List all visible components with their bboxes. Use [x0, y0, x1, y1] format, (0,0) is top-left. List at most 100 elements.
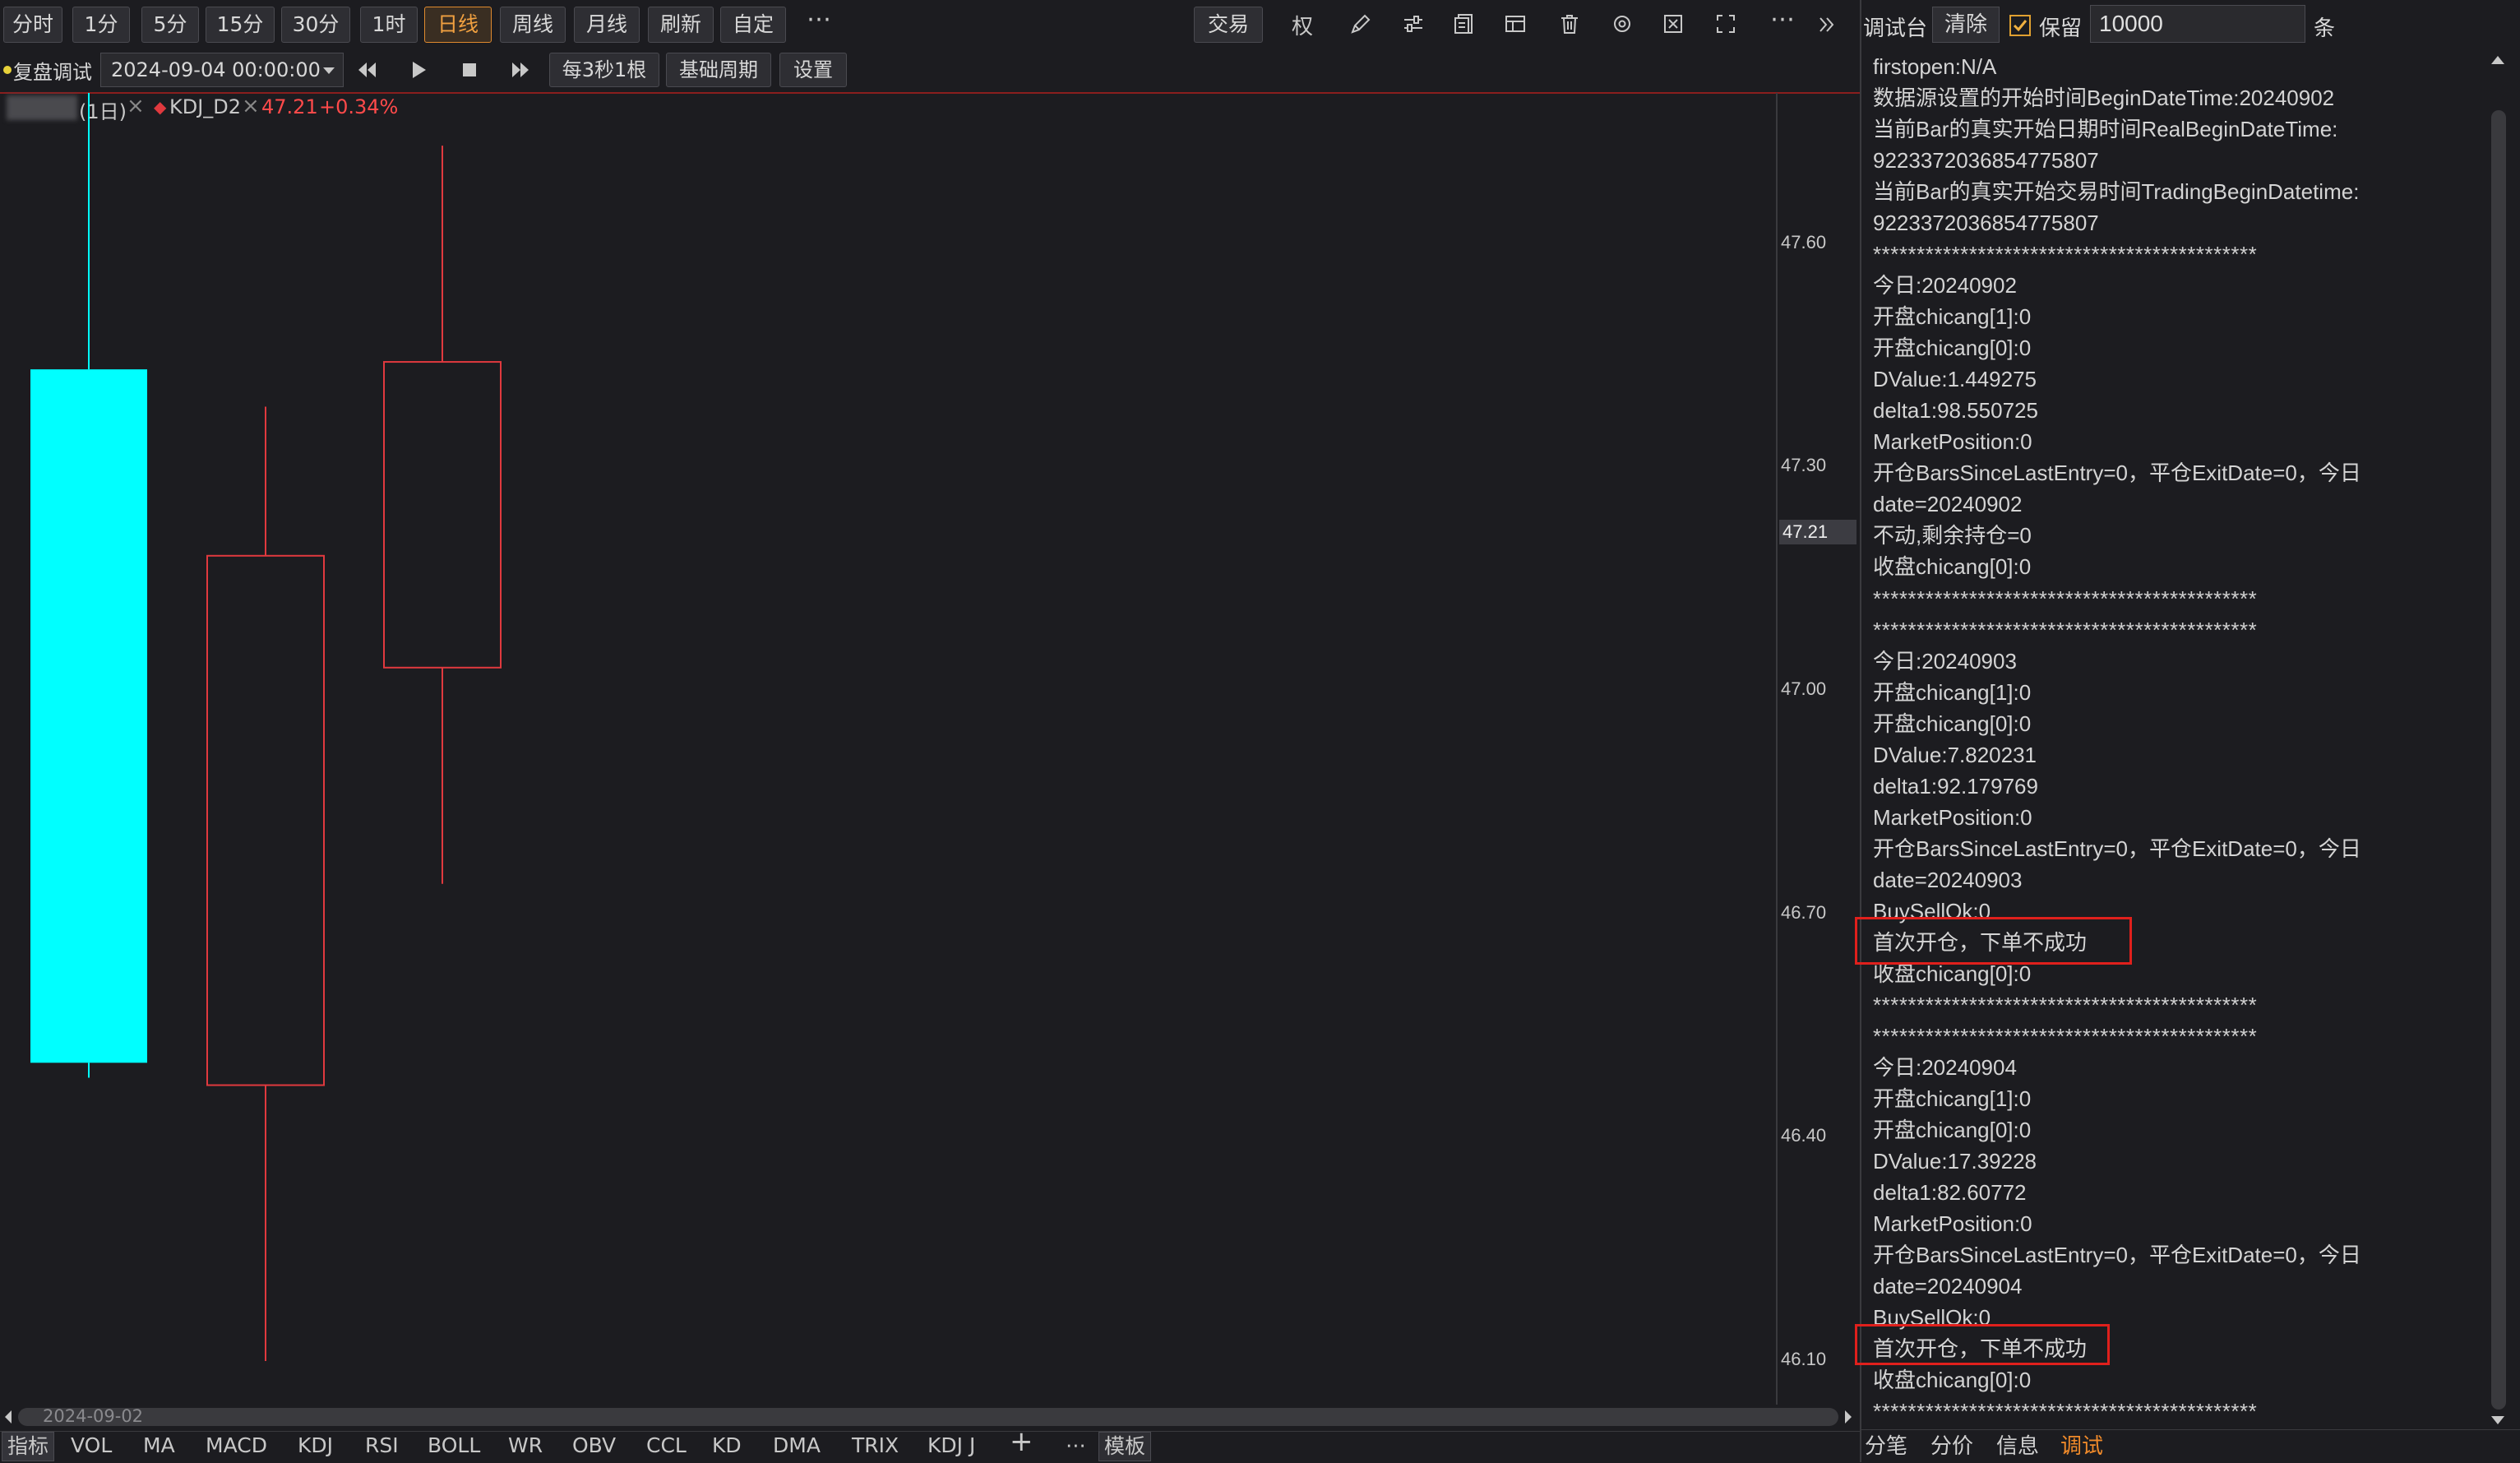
keep-label: 保留 — [2039, 16, 2083, 41]
log-line: date=20240904 — [1873, 1274, 2023, 1299]
keep-count-input[interactable] — [2090, 5, 2305, 43]
candle-body[interactable] — [30, 369, 147, 1063]
log-line: ****************************************… — [1873, 992, 2258, 1017]
log-line: 当前Bar的真实开始日期时间RealBeginDateTime: — [1873, 117, 2338, 142]
indicator-tab-kdj[interactable]: KDJ — [298, 1432, 333, 1460]
trade-button[interactable]: 交易 — [1194, 7, 1263, 43]
refresh-button[interactable]: 刷新 — [648, 7, 714, 43]
time-axis-start-label: 2024-09-02 — [43, 1406, 144, 1426]
close-window-icon[interactable] — [1661, 12, 1685, 36]
log-line: 开盘chicang[0]:0 — [1873, 1118, 2032, 1143]
indicator-tab-main[interactable]: 指标 — [2, 1432, 55, 1461]
log-line: DValue:1.449275 — [1873, 367, 2037, 392]
trash-icon[interactable] — [1557, 12, 1582, 36]
replay-speed-button[interactable]: 每3秒1根 — [549, 53, 659, 87]
fullscreen-icon[interactable] — [1713, 12, 1738, 36]
stop-icon[interactable] — [457, 58, 482, 82]
log-line: 9223372036854775807 — [1873, 148, 2099, 174]
candle-body[interactable] — [206, 554, 325, 1086]
log-line: delta1:92.179769 — [1873, 773, 2038, 799]
indicator-tab-wr[interactable]: WR — [508, 1432, 543, 1460]
log-line: ****************************************… — [1873, 1023, 2258, 1049]
chevron-down-icon — [323, 67, 335, 74]
double-chevron-right-icon[interactable] — [1815, 13, 1838, 36]
highlight-box-2 — [1855, 1324, 2110, 1365]
period-button-monthly[interactable]: 月线 — [574, 7, 640, 43]
scroll-down-icon[interactable] — [2488, 1413, 2508, 1428]
log-line: 开盘chicang[0]:0 — [1873, 711, 2032, 736]
period-button-1min[interactable]: 1分 — [72, 7, 130, 43]
period-button-daily[interactable]: 日线 — [424, 7, 492, 43]
pen-icon[interactable] — [1348, 12, 1373, 36]
indicator-tab-trix[interactable]: TRIX — [852, 1432, 899, 1460]
panel-tab-debug[interactable]: 调试 — [2060, 1433, 2103, 1461]
log-line: 当前Bar的真实开始交易时间TradingBeginDatetime: — [1873, 179, 2360, 205]
scroll-up-icon[interactable] — [2488, 53, 2508, 67]
log-line: MarketPosition:0 — [1873, 429, 2032, 455]
indicator-tab-ccl[interactable]: CCL — [646, 1432, 687, 1460]
layout-icon[interactable] — [1503, 12, 1528, 36]
log-line: 9223372036854775807 — [1873, 211, 2099, 236]
indicator-tab-ma[interactable]: MA — [143, 1432, 175, 1460]
log-line: 不动,剩余持仓=0 — [1873, 523, 2032, 549]
replay-indicator-dot — [3, 66, 12, 74]
period-button-15min[interactable]: 15分 — [206, 7, 275, 43]
replay-datetime-value: 2024-09-04 00:00:00 — [111, 58, 321, 81]
indicator-tab-kd[interactable]: KD — [712, 1432, 742, 1460]
sliders-icon[interactable] — [1401, 12, 1426, 36]
step-back-icon[interactable] — [355, 58, 380, 82]
log-line: DValue:7.820231 — [1873, 742, 2037, 767]
indicator-tab-kdj-j[interactable]: KDJ J — [927, 1432, 975, 1460]
indicator-tab-obv[interactable]: OBV — [572, 1432, 616, 1460]
indicator-tab-dma[interactable]: DMA — [773, 1432, 821, 1460]
panel-tab-info[interactable]: 信息 — [1996, 1433, 2039, 1461]
log-line: date=20240903 — [1873, 867, 2023, 892]
settings-icon[interactable] — [1610, 12, 1635, 36]
candle-body[interactable] — [383, 361, 502, 669]
replay-label: 复盘调试 — [13, 61, 92, 84]
custom-period-button[interactable]: 自定 — [720, 7, 786, 43]
clear-button[interactable]: 清除 — [1932, 7, 2000, 43]
document-icon[interactable] — [1452, 12, 1477, 36]
period-button-30min[interactable]: 30分 — [281, 7, 350, 43]
log-line: 开仓BarsSinceLastEntry=0，平仓ExitDate=0，今日 — [1873, 836, 2361, 861]
weight-button[interactable]: 权 — [1288, 10, 1317, 40]
keep-checkbox[interactable] — [2009, 15, 2031, 36]
keep-unit-label: 条 — [2314, 16, 2336, 41]
add-indicator-icon[interactable]: + — [1010, 1428, 1033, 1456]
log-line: ****************************************… — [1873, 242, 2258, 267]
vertical-scrollbar[interactable] — [2491, 110, 2506, 1410]
log-line: 今日:20240904 — [1873, 1054, 2017, 1080]
scroll-left-icon[interactable] — [2, 1408, 15, 1426]
step-forward-icon[interactable] — [508, 58, 533, 82]
more-icon[interactable]: ⋯ — [802, 5, 835, 34]
scroll-right-icon[interactable] — [1842, 1408, 1855, 1426]
replay-settings-button[interactable]: 设置 — [779, 53, 847, 87]
price-tick-46-10: 46.10 — [1781, 1349, 1827, 1369]
period-button-fenshi[interactable]: 分时 — [3, 7, 62, 43]
log-line: ****************************************… — [1873, 617, 2258, 642]
play-icon[interactable] — [406, 58, 431, 82]
log-line: 开盘chicang[1]:0 — [1873, 1086, 2032, 1111]
indicator-tab-boll[interactable]: BOLL — [428, 1432, 480, 1460]
log-line: 收盘chicang[0]:0 — [1873, 1368, 2032, 1393]
period-button-1hour[interactable]: 1时 — [360, 7, 418, 43]
indicator-more-icon[interactable]: ⋯ — [1066, 1432, 1086, 1460]
toolbar-more-icon[interactable]: ⋯ — [1766, 5, 1799, 34]
indicator-tab-vol[interactable]: VOL — [71, 1432, 112, 1460]
current-price-marker: 47.21 — [1779, 520, 1856, 544]
horizontal-scrollbar[interactable] — [18, 1408, 1838, 1426]
indicator-tab-rsi[interactable]: RSI — [365, 1432, 399, 1460]
replay-datetime-select[interactable]: 2024-09-04 00:00:00 — [100, 53, 344, 87]
period-button-weekly[interactable]: 周线 — [500, 7, 566, 43]
panel-tab-ticks[interactable]: 分笔 — [1865, 1433, 1907, 1461]
template-button[interactable]: 模板 — [1098, 1432, 1152, 1461]
base-period-button[interactable]: 基础周期 — [666, 53, 771, 87]
period-button-5min[interactable]: 5分 — [141, 7, 199, 43]
panel-tab-price-distribution[interactable]: 分价 — [1930, 1433, 1973, 1461]
log-line: 数据源设置的开始时间BeginDateTime:20240902 — [1873, 86, 2335, 111]
indicator-tab-macd[interactable]: MACD — [206, 1432, 267, 1460]
candlestick-chart[interactable] — [0, 93, 1776, 1405]
log-line: delta1:98.550725 — [1873, 398, 2038, 424]
log-line: MarketPosition:0 — [1873, 1211, 2032, 1237]
